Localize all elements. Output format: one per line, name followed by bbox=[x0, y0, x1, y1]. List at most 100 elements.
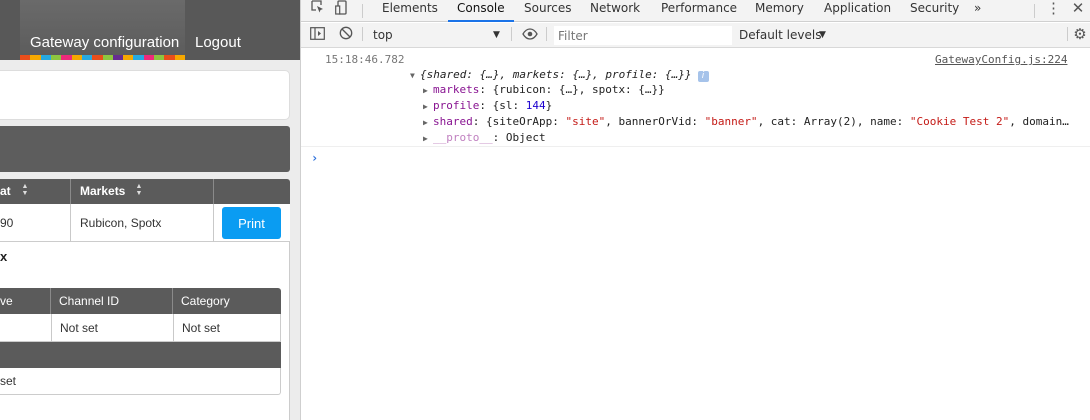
column-divider bbox=[51, 314, 52, 342]
chevron-down-icon[interactable]: ▼ bbox=[493, 30, 500, 40]
subtable-header-2 bbox=[0, 342, 281, 368]
stripe-segment bbox=[81, 55, 93, 60]
nav-logout[interactable]: Logout bbox=[195, 34, 241, 51]
tab-elements[interactable]: Elements bbox=[382, 0, 438, 22]
stripe-segment bbox=[164, 55, 175, 60]
cell-channel-id: Not set bbox=[60, 321, 99, 335]
property-value: , cat: Array(2), name: bbox=[757, 115, 910, 128]
kebab-menu-icon[interactable]: ⋮ bbox=[1046, 0, 1061, 20]
log-levels-dropdown[interactable]: Default levels bbox=[739, 28, 821, 42]
tab-network[interactable]: Network bbox=[590, 0, 640, 22]
nav-active-background bbox=[20, 0, 185, 60]
console-output: 15:18:46.782 GatewayConfig.js:224 ▼ {sha… bbox=[301, 49, 1090, 420]
column-divider bbox=[213, 179, 214, 204]
subtable-row: Not set Not set bbox=[0, 314, 281, 342]
string-value: "site" bbox=[565, 115, 606, 128]
gear-icon[interactable]: ⚙ bbox=[1072, 26, 1088, 46]
expand-triangle-icon[interactable]: ▶ bbox=[423, 134, 428, 143]
expand-triangle-icon[interactable]: ▶ bbox=[423, 102, 428, 111]
property-value: {siteOrApp: bbox=[486, 115, 566, 128]
log-object-summary[interactable]: {shared: {…}, markets: {…}, profile: {…}… bbox=[420, 68, 709, 82]
print-button[interactable]: Print bbox=[222, 207, 281, 239]
toolbar-divider bbox=[511, 27, 512, 41]
column-divider bbox=[50, 288, 51, 314]
device-toolbar-icon[interactable] bbox=[334, 0, 350, 20]
sort-icon[interactable]: ▲ ▼ bbox=[20, 183, 30, 199]
stripe-segment bbox=[40, 55, 51, 60]
stripe-segment bbox=[133, 55, 144, 60]
column-divider bbox=[70, 179, 71, 204]
string-value: "banner" bbox=[704, 115, 758, 128]
object-summary-text: {shared: {…}, markets: {…}, profile: {…}… bbox=[420, 68, 692, 81]
property-profile[interactable]: profile: {sl: 144} bbox=[433, 99, 552, 112]
color-stripe bbox=[20, 55, 185, 60]
section-title: x bbox=[0, 249, 8, 264]
expand-triangle-icon[interactable]: ▶ bbox=[423, 86, 428, 95]
property-value: } bbox=[545, 99, 553, 112]
info-icon[interactable]: i bbox=[697, 71, 709, 82]
column-header-ve: ve bbox=[0, 294, 13, 308]
console-toolbar: top ▼ Default levels ▼ ⚙ bbox=[301, 23, 1090, 48]
toolbar-divider bbox=[362, 4, 363, 18]
tab-sources[interactable]: Sources bbox=[524, 0, 571, 22]
column-divider bbox=[173, 314, 174, 342]
close-icon[interactable]: ✕ bbox=[1071, 0, 1085, 20]
chevron-down-icon[interactable]: ▼ bbox=[819, 30, 826, 40]
context-selector[interactable]: top bbox=[373, 28, 393, 42]
tab-memory[interactable]: Memory bbox=[755, 0, 804, 22]
table-header: at ▲ ▼ Markets ▲ ▼ bbox=[0, 179, 290, 204]
stripe-segment bbox=[92, 55, 103, 60]
toolbar-divider bbox=[362, 27, 363, 41]
section-header-bar bbox=[0, 126, 290, 172]
stripe-segment bbox=[61, 55, 72, 60]
property-value: : Object bbox=[492, 131, 546, 144]
property-value: , bannerOrVid: bbox=[605, 115, 705, 128]
string-value: "Cookie Test 2" bbox=[909, 115, 1010, 128]
sidebar-toggle-icon[interactable] bbox=[309, 26, 325, 46]
expand-triangle-icon[interactable]: ▶ bbox=[423, 118, 428, 127]
devtools-panel: Elements Console Sources Network Perform… bbox=[300, 0, 1090, 420]
tab-application[interactable]: Application bbox=[824, 0, 891, 22]
tab-console[interactable]: Console bbox=[448, 0, 514, 22]
live-expression-eye-icon[interactable] bbox=[521, 26, 539, 46]
log-source-link[interactable]: GatewayConfig.js:224 bbox=[935, 53, 1067, 66]
cell-category: Not set bbox=[182, 321, 221, 335]
toolbar-divider bbox=[1067, 27, 1068, 41]
expand-triangle-icon[interactable]: ▼ bbox=[410, 71, 415, 80]
property-value: , domain… bbox=[1009, 115, 1069, 128]
more-tabs-button[interactable]: » bbox=[974, 0, 981, 22]
stripe-segment bbox=[123, 55, 134, 60]
cell-cat: 90 bbox=[0, 216, 14, 230]
property-key: __proto__ bbox=[433, 131, 493, 144]
filter-input[interactable] bbox=[554, 26, 732, 45]
info-panel bbox=[0, 70, 290, 120]
column-divider bbox=[172, 288, 173, 314]
number-value: 144 bbox=[525, 99, 546, 112]
stripe-segment bbox=[174, 55, 185, 60]
column-divider bbox=[70, 204, 71, 242]
column-header-markets[interactable]: Markets bbox=[80, 184, 125, 198]
property-key: shared bbox=[433, 115, 473, 128]
column-header-cat[interactable]: at bbox=[0, 184, 11, 198]
property-proto[interactable]: __proto__: Object bbox=[433, 131, 546, 144]
stripe-segment bbox=[50, 55, 62, 60]
sort-icon[interactable]: ▲ ▼ bbox=[134, 183, 144, 199]
message-divider bbox=[301, 146, 1090, 147]
tab-performance[interactable]: Performance bbox=[661, 0, 737, 22]
web-page: Gateway configuration Logout at ▲ ▼ Marke… bbox=[0, 0, 300, 420]
inspect-element-icon[interactable] bbox=[309, 0, 327, 20]
stripe-segment bbox=[20, 55, 31, 60]
subtable-header: ve Channel ID Category bbox=[0, 288, 281, 314]
property-shared[interactable]: shared: {siteOrApp: "site", bannerOrVid:… bbox=[433, 115, 1069, 128]
property-key: profile bbox=[433, 99, 480, 112]
toolbar-divider bbox=[546, 27, 547, 41]
stripe-segment bbox=[71, 55, 82, 60]
stripe-segment bbox=[30, 55, 41, 60]
column-divider bbox=[213, 204, 214, 242]
console-prompt[interactable]: › bbox=[311, 151, 318, 165]
clear-console-icon[interactable] bbox=[338, 26, 354, 46]
property-key: markets bbox=[433, 83, 480, 96]
property-markets[interactable]: markets: {rubicon: {…}, spotx: {…}} bbox=[433, 83, 665, 96]
tab-security[interactable]: Security bbox=[910, 0, 959, 22]
nav-gateway-configuration[interactable]: Gateway configuration bbox=[30, 34, 179, 51]
